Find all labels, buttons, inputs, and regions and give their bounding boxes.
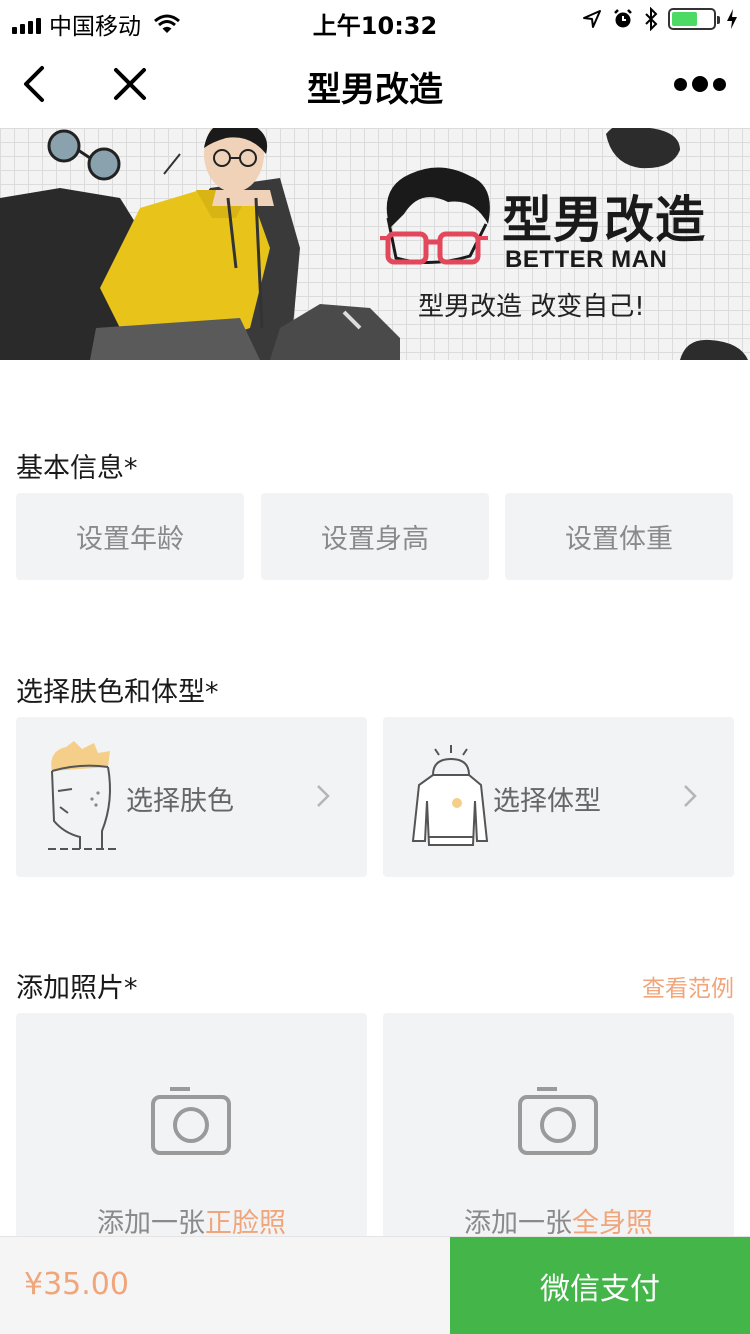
charging-icon — [727, 9, 737, 29]
select-skin-label: 选择肤色 — [126, 786, 234, 817]
camera-icon — [518, 1087, 598, 1155]
select-skin-card[interactable]: 选择肤色 — [16, 717, 367, 877]
caption-prefix: 添加一张 — [464, 1208, 572, 1238]
sweater-icon — [411, 745, 489, 846]
logo-icon — [380, 167, 490, 265]
select-body-card[interactable]: 选择体型 — [383, 717, 734, 877]
brand-subtitle: BETTER MAN — [505, 246, 668, 273]
location-icon — [583, 10, 601, 28]
wechat-pay-button[interactable]: 微信支付 — [450, 1237, 750, 1334]
caption-prefix: 添加一张 — [97, 1208, 205, 1238]
bluetooth-icon — [645, 7, 658, 31]
caption-highlight: 全身照 — [572, 1208, 653, 1238]
status-bar: 中国移动 上午10:32 — [0, 0, 750, 40]
nav-bar: 型男改造 — [0, 40, 750, 128]
basic-info-title: 基本信息* — [16, 453, 138, 484]
camera-icon — [151, 1087, 231, 1155]
add-full-body-photo-card[interactable]: 添加一张全身照 — [383, 1013, 734, 1238]
select-body-label: 选择体型 — [493, 786, 601, 817]
brand-title: 型男改造 — [502, 191, 706, 249]
view-example-link[interactable]: 查看范例 — [642, 969, 734, 1003]
set-height-button[interactable]: 设置身高 — [261, 493, 489, 580]
price-label: ¥35.00 — [24, 1267, 129, 1302]
page-title: 型男改造 — [307, 70, 443, 110]
model-figure — [0, 128, 300, 360]
add-photos-title: 添加照片* — [16, 973, 138, 1004]
front-photo-caption: 添加一张正脸照 — [16, 1201, 367, 1238]
full-body-photo-caption: 添加一张全身照 — [383, 1201, 734, 1238]
promo-banner: 型男改造 BETTER MAN 型男改造 改变自己! — [0, 128, 750, 360]
caption-highlight: 正脸照 — [205, 1208, 286, 1238]
status-right — [582, 7, 738, 31]
chevron-right-icon — [684, 785, 697, 807]
brand-slogan: 型男改造 改变自己! — [418, 292, 645, 322]
battery-icon — [668, 8, 720, 30]
alarm-icon — [614, 9, 632, 28]
face-icon — [48, 741, 116, 850]
set-weight-button[interactable]: 设置体重 — [505, 493, 733, 580]
sunglasses-icon — [47, 129, 121, 181]
bottom-bar: ¥35.00 微信支付 — [0, 1236, 750, 1334]
set-age-button[interactable]: 设置年龄 — [16, 493, 244, 580]
add-front-photo-card[interactable]: 添加一张正脸照 — [16, 1013, 367, 1238]
more-dots-icon[interactable] — [674, 70, 726, 98]
chevron-right-icon — [317, 785, 330, 807]
skin-body-title: 选择肤色和体型* — [16, 677, 219, 708]
